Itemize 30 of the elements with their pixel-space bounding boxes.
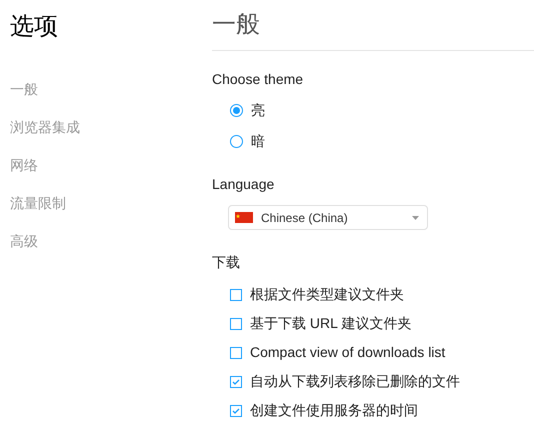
- caret-icon: [412, 216, 419, 220]
- radio-button[interactable]: [230, 104, 243, 117]
- checkbox[interactable]: [230, 318, 242, 330]
- flag-icon: [235, 212, 253, 223]
- dropdown-value: Chinese (China): [261, 210, 349, 226]
- section-label: 下载: [212, 253, 241, 272]
- checkbox-label: Compact view of downloads list: [250, 343, 446, 362]
- sidebar-item[interactable]: 浏览器集成: [10, 108, 80, 146]
- checkbox-label: 自动从下载列表移除已删除的文件: [250, 372, 460, 391]
- section-label: Choose theme: [212, 70, 304, 89]
- radio-label: 亮: [251, 101, 265, 120]
- checkbox[interactable]: [230, 288, 242, 300]
- sidebar-item[interactable]: 高级: [10, 222, 38, 260]
- checkbox[interactable]: [230, 404, 242, 416]
- checkbox-label: 基于下载 URL 建议文件夹: [250, 314, 412, 333]
- section-label: Language: [212, 175, 276, 194]
- page-title: 一般: [212, 10, 534, 51]
- sidebar-item[interactable]: 一般: [10, 70, 38, 108]
- sidebar-title: 选项: [10, 12, 59, 42]
- radio-label: 暗: [251, 132, 265, 151]
- checkbox[interactable]: [230, 346, 242, 358]
- checkmark-icon: [232, 408, 240, 414]
- checkmark-icon: [232, 378, 240, 384]
- checkbox-label: 根据文件类型建议文件夹: [250, 285, 404, 304]
- radio-button[interactable]: [230, 135, 243, 148]
- checkbox[interactable]: [230, 376, 242, 388]
- checkbox-label: 创建文件使用服务器的时间: [250, 401, 418, 420]
- sidebar-item[interactable]: 流量限制: [10, 184, 66, 222]
- language-dropdown[interactable]: Chinese (China): [228, 205, 428, 230]
- sidebar-item[interactable]: 网络: [10, 146, 38, 184]
